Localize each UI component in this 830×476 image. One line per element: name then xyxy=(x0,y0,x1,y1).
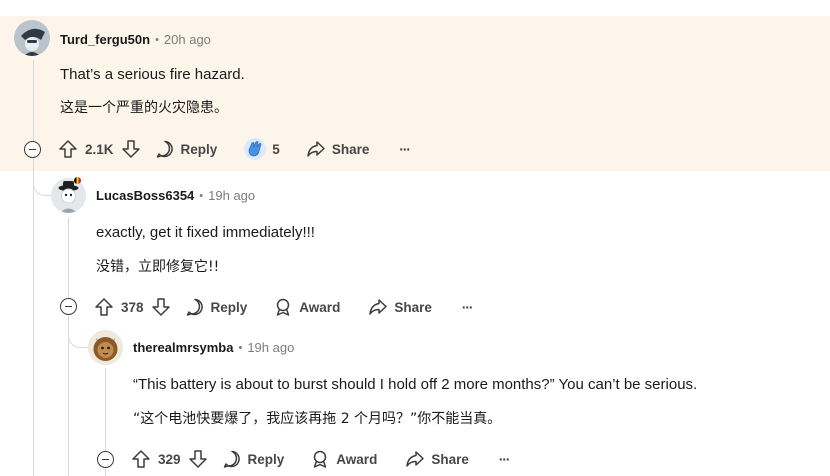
downvote-button[interactable] xyxy=(188,445,208,473)
comment-text: That’s a serious fire hazard. xyxy=(60,66,245,83)
comment-meta: therealmrsymba • 19h ago xyxy=(133,340,294,355)
downvote-button[interactable] xyxy=(121,135,141,163)
award-icon xyxy=(314,450,327,468)
upvote-icon xyxy=(59,140,77,158)
upvote-icon xyxy=(95,298,113,316)
comment-meta: LucasBoss6354 • 19h ago xyxy=(96,188,255,203)
share-button[interactable]: Share xyxy=(306,135,370,163)
downvote-button[interactable] xyxy=(151,293,171,321)
reply-icon xyxy=(223,450,240,468)
timestamp[interactable]: 19h ago xyxy=(247,340,294,355)
vote-count: 378 xyxy=(121,299,144,315)
award-icon xyxy=(277,298,290,316)
reply-label: Reply xyxy=(180,141,218,157)
comment-text: exactly, get it fixed immediately!!! xyxy=(96,224,315,241)
award-button[interactable]: 5 xyxy=(243,135,280,163)
collapse-icon[interactable] xyxy=(60,298,77,315)
more-options-button[interactable]: ··· xyxy=(399,135,410,163)
flag-badge xyxy=(74,177,81,184)
downvote-icon xyxy=(151,298,170,316)
thread-line-main xyxy=(33,60,34,476)
more-options-button[interactable]: ··· xyxy=(462,293,473,321)
comment-text: “This battery is about to burst should I… xyxy=(133,376,698,393)
share-icon xyxy=(307,141,325,157)
username[interactable]: Turd_fergu50n xyxy=(60,32,150,47)
separator: • xyxy=(199,189,204,202)
share-icon xyxy=(369,299,388,315)
share-label: Share xyxy=(331,141,370,157)
share-icon xyxy=(406,451,425,467)
vote-count: 2.1K xyxy=(85,141,114,157)
timestamp[interactable]: 19h ago xyxy=(208,188,255,203)
reply-icon xyxy=(186,298,203,316)
award-count: 5 xyxy=(272,141,280,157)
downvote-icon xyxy=(121,140,140,158)
reply-label: Reply xyxy=(247,451,285,467)
comment-text-translation: “这个电池快要爆了，我应该再拖 2 个月吗？”你不能当真。 xyxy=(133,411,502,427)
reply-button[interactable]: Reply xyxy=(185,293,248,321)
avatar[interactable] xyxy=(88,330,123,365)
reply-icon xyxy=(156,140,173,158)
clapping-award-icon xyxy=(244,138,267,160)
upvote-button[interactable] xyxy=(58,135,78,163)
comment-text-translation: 这是一个严重的火灾隐患。 xyxy=(60,100,228,116)
reply-label: Reply xyxy=(210,299,248,315)
comment-text-translation: 没错，立即修复它!! xyxy=(96,259,220,275)
share-button[interactable]: Share xyxy=(368,293,432,321)
award-label: Award xyxy=(299,299,341,315)
share-label: Share xyxy=(394,299,432,315)
avatar[interactable] xyxy=(14,20,50,56)
share-label: Share xyxy=(431,451,469,467)
avatar[interactable] xyxy=(51,178,86,213)
comment-actions: 2.1K Reply 5 Share ··· xyxy=(58,135,411,163)
share-button[interactable]: Share xyxy=(405,445,469,473)
award-label: Award xyxy=(336,451,378,467)
username[interactable]: therealmrsymba xyxy=(133,340,233,355)
timestamp[interactable]: 20h ago xyxy=(164,32,211,47)
collapse-icon[interactable] xyxy=(24,141,41,158)
reply-button[interactable]: Reply xyxy=(222,445,285,473)
thread-line-level2 xyxy=(68,218,69,476)
vote-count: 329 xyxy=(158,451,181,467)
comment-actions: 378 Reply Award Share ··· xyxy=(94,293,473,321)
more-icon: ··· xyxy=(461,299,473,315)
award-button[interactable]: Award xyxy=(273,293,340,321)
downvote-icon xyxy=(188,450,207,468)
upvote-button[interactable] xyxy=(94,293,114,321)
more-icon: ··· xyxy=(498,451,510,467)
more-options-button[interactable]: ··· xyxy=(499,445,510,473)
username[interactable]: LucasBoss6354 xyxy=(96,188,194,203)
comment-actions: 329 Reply Award Share ··· xyxy=(131,445,510,473)
upvote-icon xyxy=(132,450,150,468)
collapse-icon[interactable] xyxy=(97,451,114,468)
award-button[interactable]: Award xyxy=(310,445,377,473)
separator: • xyxy=(155,33,159,46)
upvote-button[interactable] xyxy=(131,445,151,473)
thread-elbow-2 xyxy=(68,320,88,348)
reply-button[interactable]: Reply xyxy=(155,135,218,163)
more-icon: ··· xyxy=(399,141,410,157)
separator: • xyxy=(238,341,243,354)
thread-elbow-1 xyxy=(33,170,51,196)
comment-meta: Turd_fergu50n • 20h ago xyxy=(60,32,211,47)
